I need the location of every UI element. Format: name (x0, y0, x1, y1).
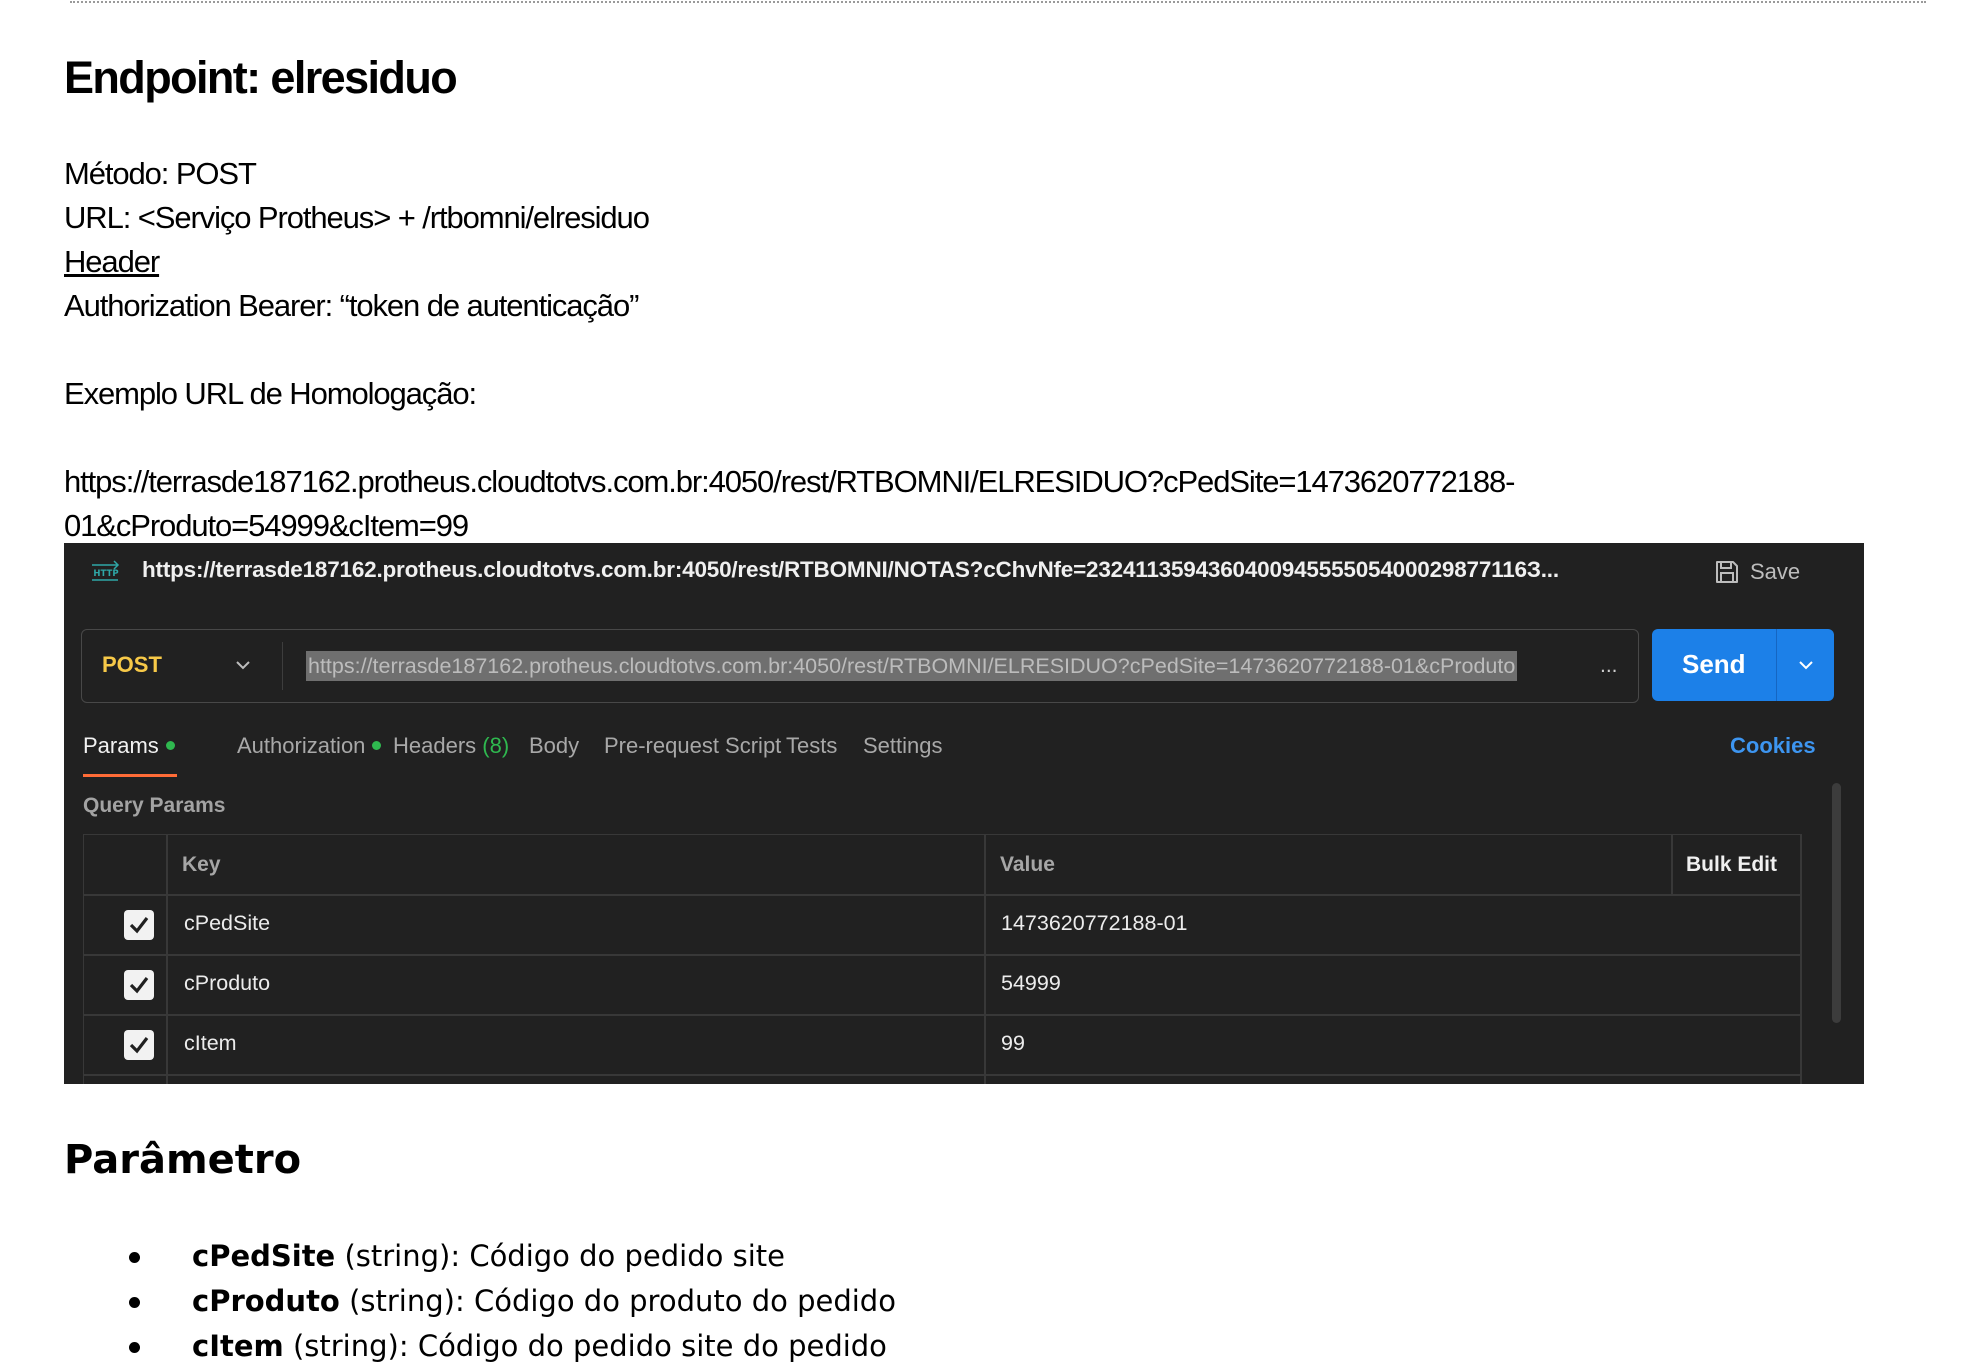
checkmark-icon (129, 977, 149, 994)
key-column-header: Key (182, 853, 221, 876)
authorization-status-dot (372, 740, 382, 750)
param-name: cPedSite (192, 1239, 336, 1273)
table-row: cItem 99 (84, 1016, 1802, 1076)
top-dotted-rule (70, 1, 1926, 3)
example-label: Exemplo URL de Homologação: (64, 376, 477, 411)
scrollbar[interactable] (1832, 783, 1841, 1023)
param-description: (string): Código do produto do pedido (339, 1284, 896, 1318)
bullet (129, 1342, 140, 1353)
tab-tests[interactable]: Tests (786, 733, 837, 759)
postman-screenshot: HTTP https://terrasde187162.protheus.clo… (64, 543, 1864, 1084)
url-line: URL: <Serviço Protheus> + /rtbomni/elres… (64, 200, 650, 235)
active-tab-underline (83, 774, 177, 777)
send-button[interactable]: Send (1652, 629, 1834, 701)
url-ellipsis: ... (1600, 654, 1618, 677)
save-label: Save (1750, 559, 1801, 584)
param-name: cItem (192, 1329, 284, 1363)
row-checkbox[interactable] (124, 970, 154, 1000)
param-key[interactable]: cProduto (184, 971, 270, 996)
table-row: cProduto 54999 (84, 956, 1802, 1016)
param-key[interactable]: cItem (184, 1031, 237, 1056)
header-label: Header (64, 244, 160, 279)
tab-authorization[interactable]: Authorization (237, 733, 382, 759)
param-description: (string): Código do pedido site (335, 1239, 785, 1273)
param-name: cProduto (192, 1284, 340, 1318)
example-url-line-2: 01&cProduto=54999&cItem=99 (64, 508, 469, 543)
param-description: (string): Código do pedido site do pedid… (283, 1329, 887, 1363)
param-value[interactable]: 1473620772188-01 (1001, 911, 1188, 936)
params-status-dot (165, 740, 175, 750)
table-row: cPedSite 1473620772188-01 (84, 896, 1802, 956)
query-params-label: Query Params (83, 794, 226, 817)
bullet (129, 1252, 140, 1263)
http-icon: HTTP (92, 560, 120, 581)
http-icon-label: HTTP (93, 569, 118, 579)
bulk-edit-button[interactable]: Bulk Edit (1686, 853, 1777, 877)
tab-settings[interactable]: Settings (863, 733, 943, 759)
cookies-link[interactable]: Cookies (1730, 733, 1816, 759)
tab-pre-request-script[interactable]: Pre-request Script (604, 733, 781, 759)
endpoint-title: Endpoint: elresiduo (64, 52, 458, 103)
method-select[interactable]: POST (102, 652, 162, 678)
row-checkbox[interactable] (124, 910, 154, 940)
tab-params[interactable]: Params (83, 733, 175, 759)
request-tab-bar: HTTP https://terrasde187162.protheus.clo… (64, 543, 1864, 603)
request-url-bar: POST https://terrasde187162.protheus.clo… (81, 629, 1639, 703)
value-column-header: Value (1000, 853, 1055, 876)
param-value[interactable]: 99 (1001, 1031, 1025, 1056)
query-params-table: Key Value Bulk Edit cPedSite 14736207721… (83, 834, 1802, 1084)
example-url-line-1: https://terrasde187162.protheus.cloudtot… (64, 464, 1516, 499)
row-divider (84, 1074, 1802, 1076)
tab-headers[interactable]: Headers (8) (393, 733, 509, 759)
column-divider (1671, 835, 1673, 895)
checkmark-icon (129, 1037, 149, 1054)
checkmark-icon (129, 917, 149, 934)
request-title[interactable]: https://terrasde187162.protheus.cloudtot… (142, 557, 1559, 583)
bullet (129, 1297, 140, 1308)
params-title: Parâmetro (64, 1137, 302, 1183)
tab-body[interactable]: Body (529, 733, 579, 759)
url-divider (282, 642, 283, 690)
chevron-down-icon[interactable] (232, 654, 254, 676)
method-line: Método: POST (64, 156, 257, 191)
send-divider (1776, 629, 1777, 701)
headers-count: (8) (482, 733, 510, 758)
param-key[interactable]: cPedSite (184, 911, 270, 936)
param-value[interactable]: 54999 (1001, 971, 1061, 996)
save-button[interactable]: Save (1714, 555, 1800, 589)
send-label: Send (1682, 649, 1746, 679)
url-input[interactable]: https://terrasde187162.protheus.cloudtot… (306, 651, 1518, 681)
send-options-chevron-icon[interactable] (1795, 654, 1817, 676)
save-icon (1716, 561, 1738, 583)
auth-line: Authorization Bearer: “token de autentic… (64, 288, 639, 323)
row-checkbox[interactable] (124, 1030, 154, 1060)
